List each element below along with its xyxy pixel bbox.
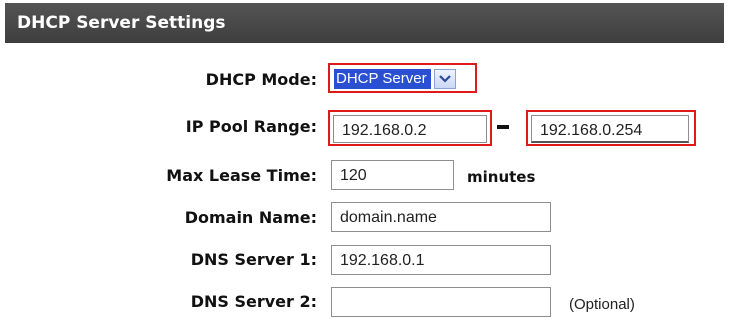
- chevron-down-icon: [438, 75, 451, 83]
- dns-server-1-label: DNS Server 1:: [190, 250, 317, 269]
- dhcp-mode-selected-value: DHCP Server: [334, 69, 431, 89]
- dns-server-2-label: DNS Server 2:: [190, 292, 317, 311]
- dns-server-2-input[interactable]: [331, 287, 551, 317]
- dns-server-1-input[interactable]: 192.168.0.1: [331, 245, 551, 275]
- ip-pool-range-label: IP Pool Range:: [185, 117, 317, 136]
- section-header: DHCP Server Settings: [5, 3, 724, 43]
- domain-name-input[interactable]: domain.name: [331, 202, 551, 232]
- dhcp-mode-label: DHCP Mode:: [205, 70, 317, 89]
- ip-pool-start-input[interactable]: 192.168.0.2: [333, 115, 487, 143]
- ip-pool-end-input[interactable]: 192.168.0.254: [531, 115, 689, 143]
- section-title: DHCP Server Settings: [17, 13, 226, 33]
- max-lease-time-input[interactable]: 120: [331, 160, 454, 190]
- lease-time-unit: minutes: [467, 168, 536, 186]
- optional-note: (Optional): [569, 296, 635, 313]
- dhcp-mode-select[interactable]: DHCP Server: [328, 63, 477, 93]
- dropdown-button[interactable]: [433, 69, 456, 89]
- domain-name-label: Domain Name:: [184, 208, 317, 227]
- range-separator: [497, 125, 509, 129]
- max-lease-time-label: Max Lease Time:: [166, 166, 317, 185]
